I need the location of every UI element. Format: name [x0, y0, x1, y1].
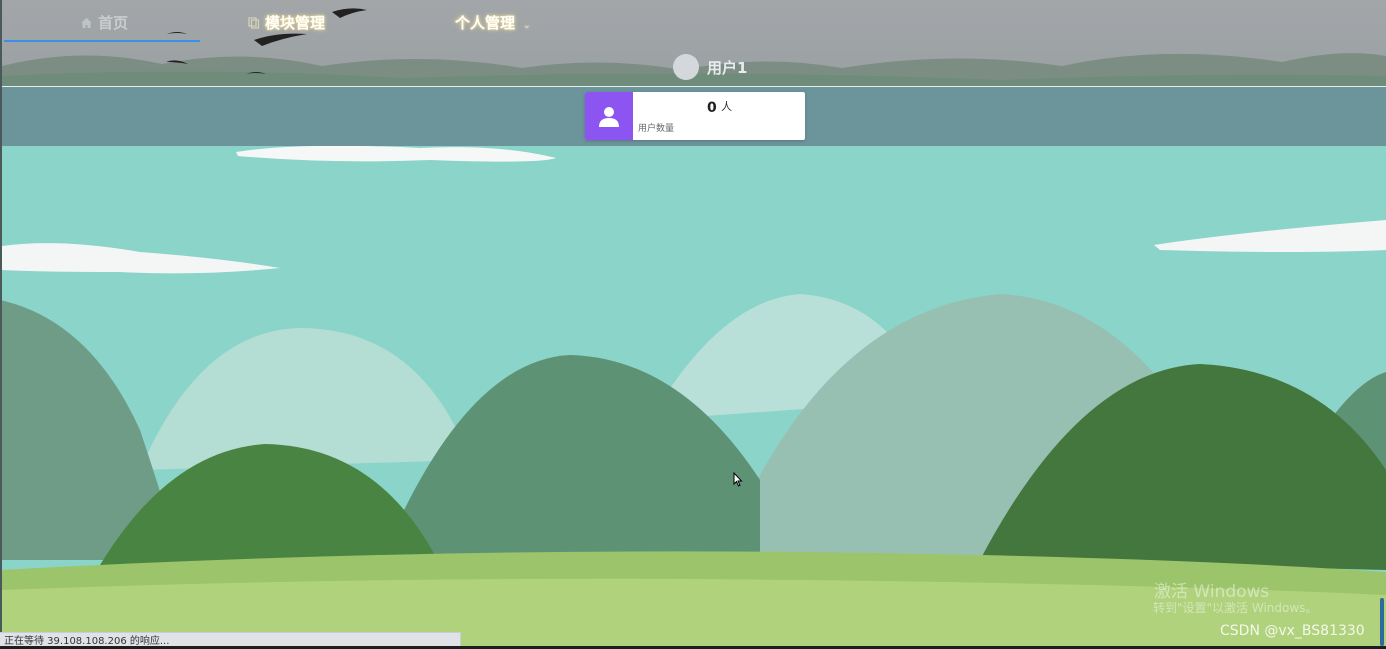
- activation-watermark-subtitle: 转到"设置"以激活 Windows。: [1153, 601, 1318, 615]
- chevron-down-icon: ⌄: [523, 21, 531, 31]
- username: 用户1: [707, 58, 748, 77]
- nav-item-module-management[interactable]: 模块管理: [248, 12, 325, 34]
- scrollbar-thumb[interactable]: [1380, 598, 1384, 646]
- home-icon: [80, 13, 93, 35]
- user-count-unit: 人: [721, 100, 732, 113]
- nav-item-personal-management[interactable]: 个人管理 ⌄: [455, 12, 531, 34]
- user-count-value: 0: [707, 100, 717, 116]
- user-icon: [585, 92, 633, 140]
- top-navigation: 首页 模块管理 个人管理 ⌄ 用户1: [2, 0, 1386, 87]
- nav-item-label: 模块管理: [265, 14, 326, 32]
- user-count-label: 用户数量: [638, 124, 675, 134]
- avatar: [673, 54, 699, 80]
- active-tab-indicator: [4, 40, 200, 42]
- credit-watermark: CSDN @vx_BS81330: [1220, 623, 1365, 639]
- stats-band: 0 人 用户数量: [2, 87, 1386, 146]
- user-menu[interactable]: 用户1: [673, 53, 747, 81]
- user-count-card: 0 人 用户数量: [585, 92, 805, 140]
- nav-item-home[interactable]: 首页: [80, 12, 128, 34]
- nav-item-label: 个人管理: [455, 14, 516, 32]
- mouse-cursor-icon: [733, 471, 743, 491]
- module-icon: [248, 13, 260, 35]
- nav-item-label: 首页: [98, 14, 129, 32]
